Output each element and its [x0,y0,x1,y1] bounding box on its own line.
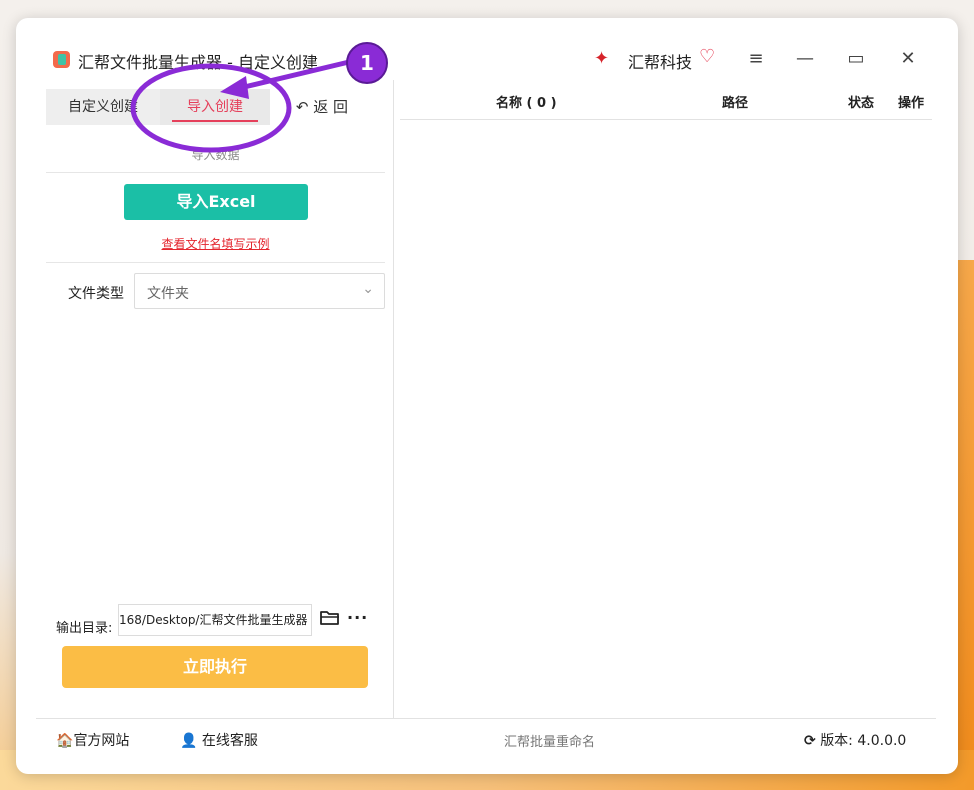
tab-custom-create[interactable]: 自定义创建 [46,89,160,125]
back-button[interactable]: ↶ 返 回 [282,89,362,125]
left-panel-inner: 自定义创建 导入创建 ↶ 返 回 导入数据 导入Excel 查看文件名填写示例 … [46,80,385,708]
list-header: 名称 ( 0 ) 路径 状态 操作 [400,80,932,120]
minimize-button[interactable]: — [793,48,817,69]
file-type-value: 文件夹 [147,286,189,302]
import-section-title: 导入数据 [191,148,240,162]
output-dir-field[interactable]: 168/Desktop/汇帮文件批量生成器 [118,604,312,636]
chevron-down-icon: ⌄ [362,281,374,297]
output-dir-label: 输出目录: [56,621,113,636]
annotation-step-number: 1 [360,51,374,75]
tab-import-create[interactable]: 导入创建 [160,89,270,125]
close-button[interactable]: ✕ [896,48,920,69]
refresh-icon: ⟳ [804,733,816,749]
column-action[interactable]: 操作 [898,92,924,111]
example-link[interactable]: 查看文件名填写示例 [46,235,385,252]
left-panel: 自定义创建 导入创建 ↶ 返 回 导入数据 导入Excel 查看文件名填写示例 … [36,80,394,718]
file-type-label: 文件类型 [68,286,124,302]
online-support-link[interactable]: 👤 在线客服 [180,730,258,750]
more-options-icon[interactable]: ··· [347,608,368,627]
back-label: 返 回 [313,98,349,116]
version-label: 版本: 4.0.0.0 [820,733,907,749]
official-website-label: 官方网站 [73,733,130,749]
back-icon: ↶ [295,98,309,116]
brand-logo-icon: ✦ [594,48,610,69]
column-status[interactable]: 状态 [848,92,874,111]
maximize-button[interactable]: ▭ [844,48,868,69]
execute-button[interactable]: 立即执行 [62,646,368,688]
app-window: 汇帮文件批量生成器 - 自定义创建 ✦ 汇帮科技 ♡ ≡ — ▭ ✕ 自定义创建… [16,18,958,774]
support-icon: 👤 [180,733,198,749]
version-info[interactable]: ⟳ 版本: 4.0.0.0 [804,730,906,750]
divider [46,262,385,263]
folder-icon[interactable] [320,610,340,626]
online-support-label: 在线客服 [201,733,258,749]
footer-center-text: 汇帮批量重命名 [504,735,596,750]
menu-button[interactable]: ≡ [744,48,768,69]
column-path[interactable]: 路径 [722,92,748,111]
footer-bar: 🏠官方网站 👤 在线客服 汇帮批量重命名 ⟳ 版本: 4.0.0.0 [36,718,936,758]
import-excel-button[interactable]: 导入Excel [124,184,308,220]
title-bar: 汇帮文件批量生成器 - 自定义创建 ✦ 汇帮科技 ♡ ≡ — ▭ ✕ [16,18,958,80]
column-name[interactable]: 名称 ( 0 ) [496,92,557,111]
home-icon: 🏠 [56,733,74,749]
mode-tabs: 自定义创建 导入创建 ↶ 返 回 [46,80,385,125]
official-website-link[interactable]: 🏠官方网站 [56,730,129,750]
file-type-select[interactable]: 文件夹 ⌄ [134,273,385,309]
brand-name: 汇帮科技 [628,53,693,72]
app-logo-icon [53,51,70,68]
divider [46,172,385,173]
window-title: 汇帮文件批量生成器 - 自定义创建 [78,53,318,72]
heart-icon[interactable]: ♡ [699,46,715,67]
